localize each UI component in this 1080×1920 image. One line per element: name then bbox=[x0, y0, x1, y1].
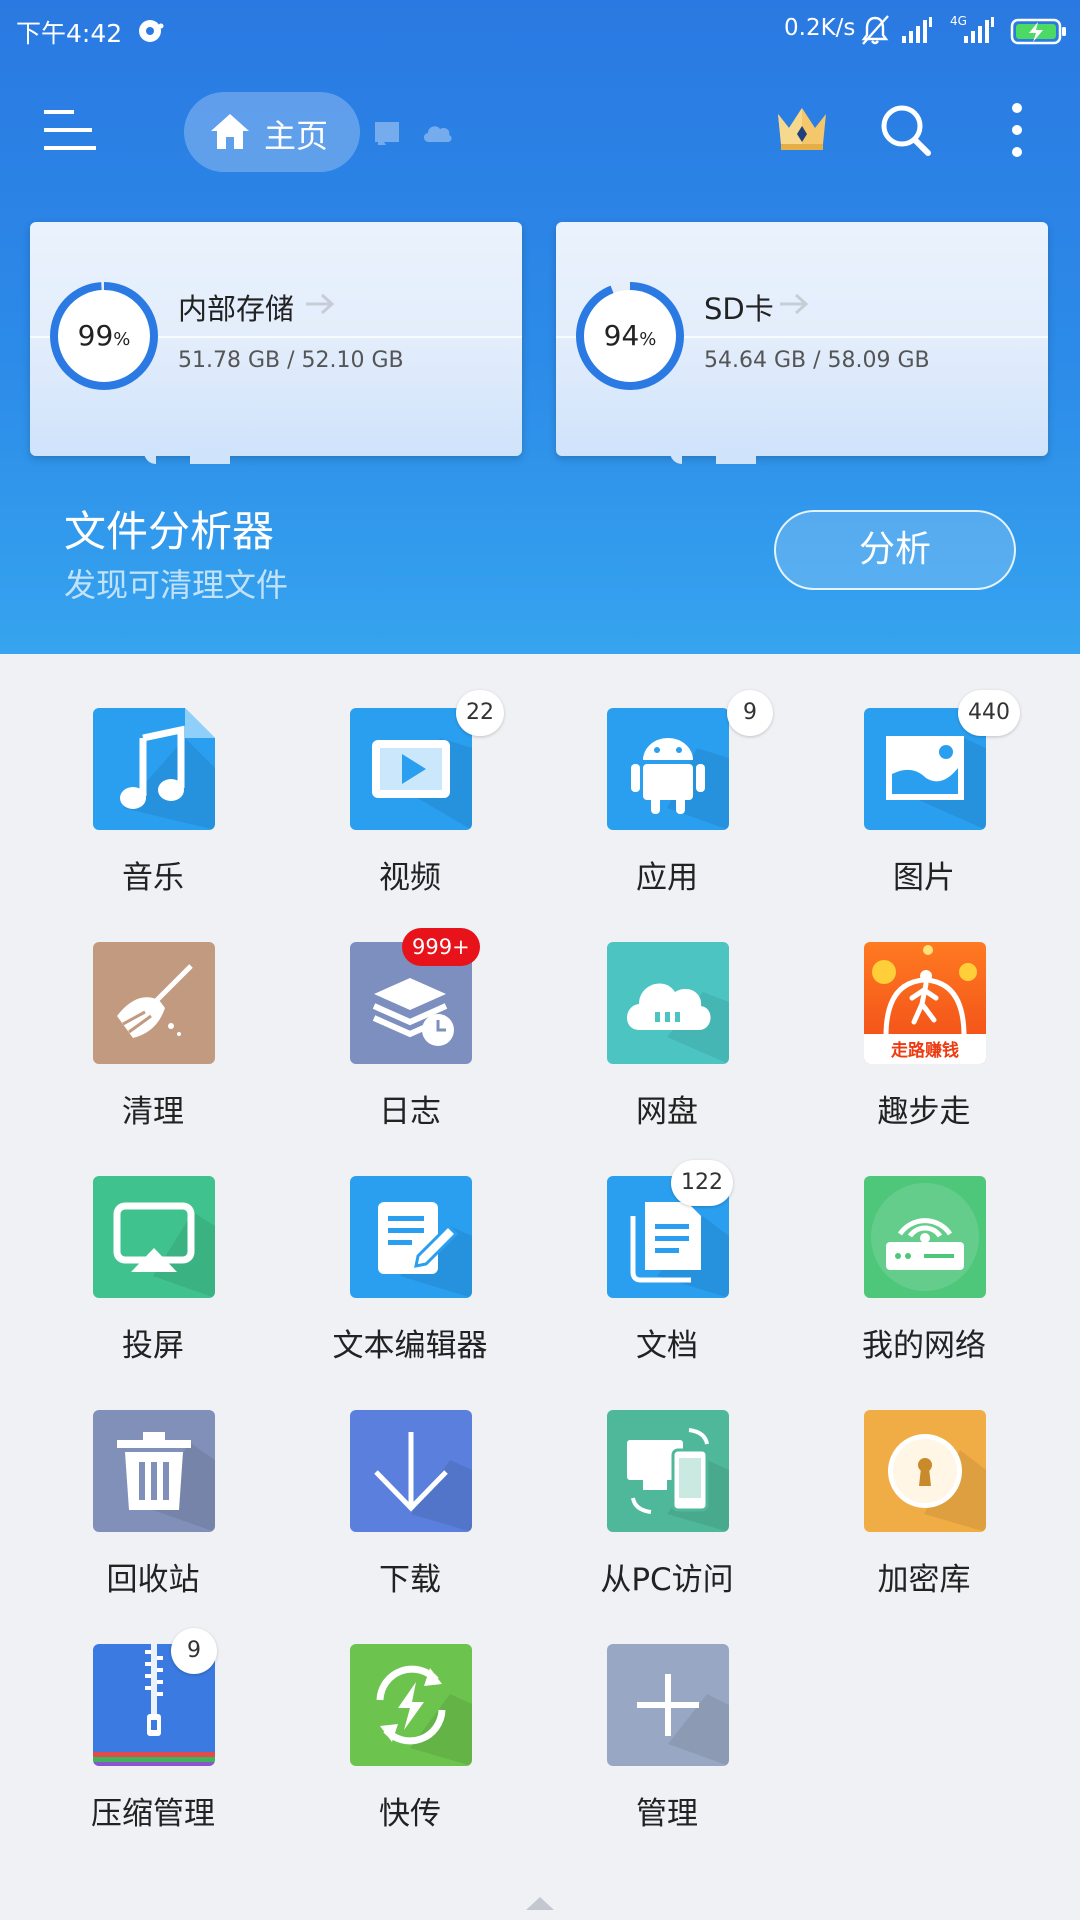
tile-label: 文本编辑器 bbox=[332, 1328, 488, 1364]
status-time: 下午4:42 bbox=[16, 19, 123, 48]
tile-label: 从PC访问 bbox=[600, 1562, 734, 1598]
card-notch bbox=[190, 448, 230, 464]
count-badge: 9 bbox=[727, 690, 773, 736]
tile-video[interactable]: 22 视频 bbox=[300, 690, 520, 928]
video-icon bbox=[350, 708, 472, 830]
home-tab-label: 主页 bbox=[264, 117, 329, 155]
tile-quick-transfer[interactable]: 快传 bbox=[300, 1644, 520, 1864]
tile-label: 快传 bbox=[379, 1796, 441, 1832]
tile-documents[interactable]: 122 文档 bbox=[557, 1160, 777, 1396]
signal-icon bbox=[902, 17, 932, 43]
download-icon bbox=[350, 1410, 472, 1532]
tile-label: 投屏 bbox=[122, 1328, 184, 1364]
header: 下午4:42 0.2K/s 4G 主页 99% 内部存储 51.78 GB / … bbox=[0, 0, 1080, 654]
walk-earn-caption: 走路赚钱 bbox=[891, 1041, 959, 1061]
text-editor-icon bbox=[350, 1176, 472, 1298]
toolbar: 主页 bbox=[0, 62, 1080, 202]
tile-label: 文档 bbox=[636, 1328, 698, 1364]
cloud-tab-icon[interactable] bbox=[420, 118, 454, 146]
ringer-off-icon bbox=[861, 15, 889, 45]
tile-label: 我的网络 bbox=[862, 1328, 986, 1364]
search-icon[interactable] bbox=[878, 102, 934, 160]
tile-recycle-bin[interactable]: 回收站 bbox=[43, 1410, 263, 1630]
tile-download[interactable]: 下载 bbox=[300, 1410, 520, 1630]
cast-screen-icon bbox=[93, 1176, 215, 1298]
menu-icon[interactable] bbox=[44, 108, 96, 152]
card-notch bbox=[716, 448, 756, 464]
analyze-button[interactable]: 分析 bbox=[774, 510, 1016, 590]
net-speed: 0.2K/s bbox=[784, 15, 856, 41]
storage-name: SD卡 bbox=[704, 292, 774, 326]
tile-clean[interactable]: 清理 bbox=[43, 942, 263, 1162]
tile-label: 下载 bbox=[379, 1562, 441, 1598]
tile-text-editor[interactable]: 文本编辑器 bbox=[300, 1176, 520, 1396]
tile-label: 回收站 bbox=[106, 1562, 200, 1598]
walk-earn-icon: 走路赚钱 bbox=[864, 942, 986, 1064]
tile-vault[interactable]: 加密库 bbox=[814, 1410, 1034, 1630]
add-manage-icon bbox=[607, 1644, 729, 1766]
tile-walk-earn[interactable]: 走路赚钱 趣步走 bbox=[814, 942, 1034, 1162]
tile-label: 音乐 bbox=[122, 860, 184, 896]
sd-card-tab-icon[interactable] bbox=[372, 118, 402, 146]
network-icon bbox=[864, 1176, 986, 1298]
tile-apps[interactable]: 9 应用 bbox=[557, 690, 777, 928]
tile-label: 日志 bbox=[379, 1094, 441, 1130]
count-badge: 999+ bbox=[402, 928, 480, 966]
analyzer-subtitle: 发现可清理文件 bbox=[64, 566, 289, 604]
tile-label: 管理 bbox=[636, 1796, 698, 1832]
broom-icon bbox=[93, 942, 215, 1064]
signal-icon bbox=[964, 17, 994, 43]
music-icon bbox=[93, 708, 215, 830]
home-tab[interactable]: 主页 bbox=[184, 92, 360, 172]
tile-manage[interactable]: 管理 bbox=[557, 1644, 777, 1864]
storage-usage: 54.64 GB / 58.09 GB bbox=[704, 348, 930, 373]
vault-icon bbox=[864, 1410, 986, 1532]
count-badge: 9 bbox=[171, 1628, 217, 1674]
arrow-right-icon bbox=[780, 293, 809, 315]
trash-icon bbox=[93, 1410, 215, 1532]
storage-percent: 99% bbox=[77, 319, 131, 352]
tile-cast-screen[interactable]: 投屏 bbox=[43, 1176, 263, 1396]
card-notch bbox=[670, 448, 682, 464]
storage-name: 内部存储 bbox=[178, 292, 295, 326]
count-badge: 440 bbox=[958, 690, 1020, 736]
tile-my-network[interactable]: 我的网络 bbox=[814, 1176, 1034, 1396]
tile-label: 图片 bbox=[893, 860, 955, 896]
tile-label: 应用 bbox=[636, 860, 698, 896]
tile-label: 视频 bbox=[379, 860, 441, 896]
storage-usage: 51.78 GB / 52.10 GB bbox=[178, 348, 404, 373]
card-notch bbox=[144, 448, 156, 464]
tile-label: 趣步走 bbox=[877, 1094, 971, 1130]
media-playing-icon bbox=[139, 20, 164, 42]
internal-storage-card[interactable]: 99% 内部存储 51.78 GB / 52.10 GB bbox=[30, 222, 522, 464]
battery-charging-icon bbox=[1010, 18, 1066, 45]
more-options-icon[interactable] bbox=[1002, 100, 1032, 160]
sd-card-storage-card[interactable]: 94% SD卡 54.64 GB / 58.09 GB bbox=[556, 222, 1048, 464]
tile-music[interactable]: 音乐 bbox=[43, 708, 263, 928]
status-bar: 下午4:42 0.2K/s 4G bbox=[0, 0, 1080, 62]
pc-access-icon bbox=[607, 1410, 729, 1532]
count-badge: 22 bbox=[456, 690, 504, 736]
home-icon bbox=[211, 114, 249, 149]
cloud-drive-icon bbox=[607, 942, 729, 1064]
tile-pc-access[interactable]: 从PC访问 bbox=[557, 1410, 777, 1630]
tile-label: 压缩管理 bbox=[91, 1796, 215, 1832]
storage-percent: 94% bbox=[603, 319, 657, 352]
tile-log[interactable]: 999+ 日志 bbox=[300, 928, 520, 1162]
tile-cloud-drive[interactable]: 网盘 bbox=[557, 942, 777, 1162]
quick-transfer-icon bbox=[350, 1644, 472, 1766]
count-badge: 122 bbox=[671, 1160, 733, 1206]
analyzer-title: 文件分析器 bbox=[64, 507, 275, 556]
tile-images[interactable]: 440 图片 bbox=[814, 690, 1034, 928]
arrow-right-icon bbox=[306, 293, 335, 315]
android-icon bbox=[607, 708, 729, 830]
crown-vip-icon[interactable] bbox=[774, 102, 830, 160]
tile-label: 加密库 bbox=[877, 1562, 971, 1598]
expand-up-icon[interactable] bbox=[524, 1894, 556, 1912]
tile-zip[interactable]: 9 压缩管理 bbox=[43, 1628, 263, 1864]
tile-label: 清理 bbox=[122, 1094, 184, 1130]
tile-label: 网盘 bbox=[636, 1094, 698, 1130]
